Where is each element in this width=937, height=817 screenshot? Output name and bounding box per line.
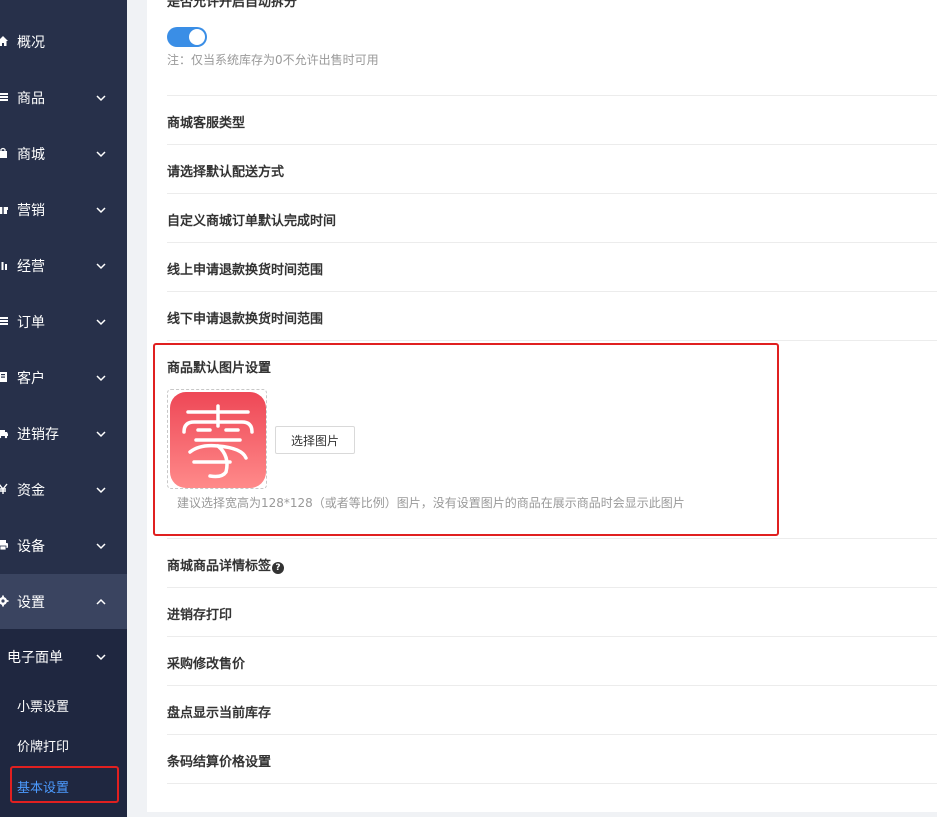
sidebar-item-label: 设备 (17, 539, 45, 555)
sidebar-subitem-label: 小票设置 (17, 699, 70, 715)
row-purchase-edit-price[interactable]: 采购修改售价 (167, 653, 245, 672)
app-logo-image (170, 392, 266, 488)
truck-icon (0, 427, 10, 442)
chevron-down-icon (96, 263, 106, 270)
sidebar-item-funds[interactable]: 资金 (0, 462, 127, 518)
chevron-down-icon (96, 207, 106, 214)
divider (167, 636, 937, 637)
sidebar: 概况 商品 商城 营销 经营 订单 客户 进销存 资金 设备 设置 电子面单 小… (0, 0, 127, 817)
sidebar-item-mall[interactable]: 商城 (0, 126, 127, 182)
sidebar-item-label: 客户 (17, 371, 45, 387)
sidebar-subitem-price-tag-print[interactable]: 价牌打印 (0, 725, 127, 765)
row-inventory-print[interactable]: 进销存打印 (167, 604, 232, 623)
divider (167, 95, 937, 96)
row-label-text: 商城商品详情标签 (167, 559, 272, 574)
sidebar-item-overview[interactable]: 概况 (0, 14, 127, 70)
gift-icon (0, 203, 10, 218)
auto-split-toggle[interactable] (167, 27, 207, 47)
sidebar-item-label: 商城 (17, 147, 45, 163)
chevron-down-icon (96, 151, 106, 158)
list-icon (0, 315, 10, 330)
sidebar-subitem-basic-settings[interactable]: 基本设置 (0, 765, 127, 817)
row-default-delivery[interactable]: 请选择默认配送方式 (167, 161, 284, 180)
chevron-down-icon (96, 654, 106, 661)
chevron-down-icon (96, 543, 106, 550)
gear-icon (0, 595, 10, 610)
sidebar-subitem-receipt-settings[interactable]: 小票设置 (0, 685, 127, 725)
select-image-button[interactable]: 选择图片 (275, 426, 355, 454)
shopping-bag-icon (0, 147, 10, 162)
address-book-icon (0, 371, 10, 386)
submenu-label: 电子面单 (7, 650, 63, 666)
row-detail-tags[interactable]: 商城商品详情标签? (167, 555, 285, 574)
sidebar-item-label: 经营 (17, 259, 45, 275)
divider (167, 685, 937, 686)
settings-panel: 是否允许开启自动拆分 注：仅当系统库存为0不允许出售时可用 商城客服类型 请选择… (147, 0, 937, 812)
row-mall-service-type[interactable]: 商城客服类型 (167, 112, 245, 131)
sidebar-item-label: 概况 (17, 35, 45, 51)
sidebar-subitem-label: 基本设置 (17, 781, 70, 796)
chevron-down-icon (96, 319, 106, 326)
divider (167, 734, 937, 735)
default-image-preview[interactable] (167, 389, 267, 489)
row-online-refund-range[interactable]: 线上申请退款换货时间范围 (167, 259, 323, 278)
sidebar-subitem-label: 价牌打印 (17, 739, 70, 755)
divider (167, 340, 937, 341)
sidebar-item-orders[interactable]: 订单 (0, 294, 127, 350)
auto-split-note: 注：仅当系统库存为0不允许出售时可用 (167, 53, 379, 67)
chevron-down-icon (96, 375, 106, 382)
sidebar-item-customers[interactable]: 客户 (0, 350, 127, 406)
image-size-hint: 建议选择宽高为128*128（或者等比例）图片，没有设置图片的商品在展示商品时会… (177, 496, 685, 510)
sidebar-item-label: 设置 (17, 595, 45, 611)
print-icon (0, 539, 10, 554)
row-barcode-price-settings[interactable]: 条码结算价格设置 (167, 751, 271, 770)
chevron-down-icon (96, 95, 106, 102)
sidebar-item-products[interactable]: 商品 (0, 70, 127, 126)
chevron-down-icon (96, 431, 106, 438)
home-icon (0, 35, 10, 50)
divider (167, 144, 937, 145)
row-order-complete-time[interactable]: 自定义商城订单默认完成时间 (167, 210, 336, 229)
divider (167, 783, 937, 784)
submenu-electronic-waybill[interactable]: 电子面单 (0, 629, 127, 685)
list-icon (0, 91, 10, 106)
default-image-title: 商品默认图片设置 (167, 361, 272, 376)
row-offline-refund-range[interactable]: 线下申请退款换货时间范围 (167, 308, 323, 327)
divider (167, 587, 937, 588)
question-circle-icon[interactable]: ? (272, 562, 285, 574)
sidebar-item-label: 进销存 (17, 427, 59, 443)
divider (167, 193, 937, 194)
sidebar-item-marketing[interactable]: 营销 (0, 182, 127, 238)
sidebar-item-label: 资金 (17, 483, 45, 499)
sidebar-item-operations[interactable]: 经营 (0, 238, 127, 294)
auto-split-title: 是否允许开启自动拆分 (167, 0, 298, 10)
chevron-down-icon (96, 487, 106, 494)
divider (167, 291, 937, 292)
bar-chart-icon (0, 259, 10, 274)
row-stocktake-current-stock[interactable]: 盘点显示当前库存 (167, 702, 271, 721)
chevron-up-icon (96, 598, 106, 605)
sidebar-item-label: 商品 (17, 91, 45, 107)
yen-icon (0, 483, 10, 498)
divider (167, 242, 937, 243)
sidebar-item-label: 订单 (17, 315, 45, 331)
sidebar-item-devices[interactable]: 设备 (0, 518, 127, 574)
sidebar-item-inventory[interactable]: 进销存 (0, 406, 127, 462)
divider (167, 538, 937, 539)
sidebar-item-settings[interactable]: 设置 (0, 574, 127, 630)
sidebar-item-label: 营销 (17, 203, 45, 219)
toggle-knob (189, 29, 205, 45)
